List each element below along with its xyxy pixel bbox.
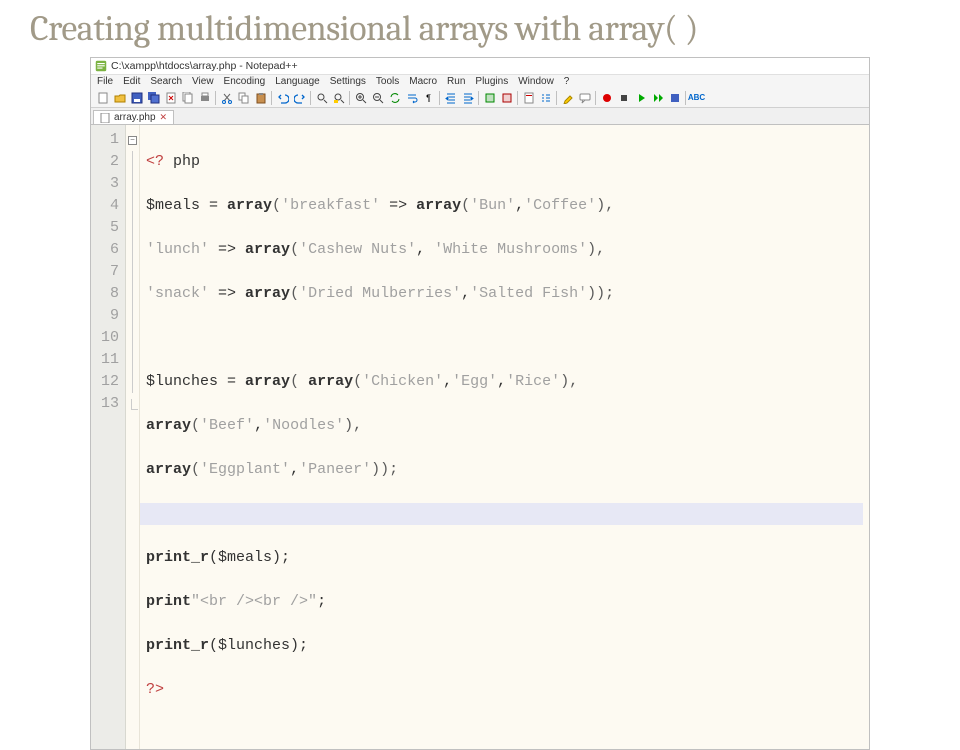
notepad-window: C:\xampp\htdocs\array.php - Notepad++ Fi… <box>90 57 870 750</box>
line-number: 11 <box>101 349 119 371</box>
open-icon[interactable] <box>112 90 127 105</box>
menu-settings[interactable]: Settings <box>330 76 366 87</box>
line-number: 13 <box>101 393 119 415</box>
fold-icon[interactable] <box>482 90 497 105</box>
line-number: 9 <box>101 305 119 327</box>
toolbar-separator <box>685 91 686 105</box>
tab-array-php[interactable]: array.php ✕ <box>93 110 174 124</box>
new-icon[interactable] <box>95 90 110 105</box>
outdent-icon[interactable] <box>460 90 475 105</box>
func-list-icon[interactable] <box>538 90 553 105</box>
save-icon[interactable] <box>129 90 144 105</box>
close-icon[interactable] <box>163 90 178 105</box>
menu-edit[interactable]: Edit <box>123 76 140 87</box>
file-icon <box>100 113 110 123</box>
play-multi-icon[interactable] <box>650 90 665 105</box>
title-bar: C:\xampp\htdocs\array.php - Notepad++ <box>91 58 869 75</box>
sync-icon[interactable] <box>387 90 402 105</box>
record-icon[interactable] <box>599 90 614 105</box>
toolbar-separator <box>310 91 311 105</box>
print-icon[interactable] <box>197 90 212 105</box>
paste-icon[interactable] <box>253 90 268 105</box>
line-number: 7 <box>101 261 119 283</box>
replace-icon[interactable] <box>331 90 346 105</box>
fold-column: − <box>126 125 140 749</box>
menu-encoding[interactable]: Encoding <box>224 76 266 87</box>
toolbar-separator <box>349 91 350 105</box>
menu-language[interactable]: Language <box>275 76 320 87</box>
line-gutter: 1 2 3 4 5 6 7 8 9 10 11 12 13 <box>91 125 126 749</box>
toolbar-separator <box>478 91 479 105</box>
redo-icon[interactable] <box>292 90 307 105</box>
line-number: 6 <box>101 239 119 261</box>
save-macro-icon[interactable] <box>667 90 682 105</box>
toolbar-separator <box>215 91 216 105</box>
current-line <box>140 503 863 525</box>
toolbar-separator <box>556 91 557 105</box>
show-all-icon[interactable]: ¶ <box>421 90 436 105</box>
doc-map-icon[interactable] <box>521 90 536 105</box>
app-icon <box>95 60 107 72</box>
line-number: 5 <box>101 217 119 239</box>
menu-file[interactable]: File <box>97 76 113 87</box>
code-text[interactable]: <? php $meals = array('breakfast' => arr… <box>140 125 869 749</box>
menu-run[interactable]: Run <box>447 76 465 87</box>
menu-tools[interactable]: Tools <box>376 76 399 87</box>
cut-icon[interactable] <box>219 90 234 105</box>
zoom-out-icon[interactable] <box>370 90 385 105</box>
menu-search[interactable]: Search <box>150 76 182 87</box>
fold-toggle-icon[interactable]: − <box>128 136 137 145</box>
line-number: 4 <box>101 195 119 217</box>
menu-window[interactable]: Window <box>518 76 554 87</box>
stop-icon[interactable] <box>616 90 631 105</box>
zoom-in-icon[interactable] <box>353 90 368 105</box>
menu-help[interactable]: ? <box>564 76 570 87</box>
unfold-icon[interactable] <box>499 90 514 105</box>
code-area[interactable]: 1 2 3 4 5 6 7 8 9 10 11 12 13 − <box>91 125 869 749</box>
tab-label: array.php <box>114 112 156 123</box>
wrap-icon[interactable] <box>404 90 419 105</box>
menu-bar: File Edit Search View Encoding Language … <box>91 75 869 88</box>
menu-macro[interactable]: Macro <box>409 76 437 87</box>
close-all-icon[interactable] <box>180 90 195 105</box>
save-all-icon[interactable] <box>146 90 161 105</box>
menu-view[interactable]: View <box>192 76 214 87</box>
find-icon[interactable] <box>314 90 329 105</box>
toolbar-separator <box>595 91 596 105</box>
window-title: C:\xampp\htdocs\array.php - Notepad++ <box>111 60 298 72</box>
line-number: 8 <box>101 283 119 305</box>
comment-icon[interactable] <box>577 90 592 105</box>
spell-icon[interactable]: ABC <box>689 90 704 105</box>
line-number: 2 <box>101 151 119 173</box>
tab-close-icon[interactable]: ✕ <box>160 112 168 123</box>
tab-bar: array.php ✕ <box>91 108 869 125</box>
line-number: 10 <box>101 327 119 349</box>
menu-plugins[interactable]: Plugins <box>475 76 508 87</box>
toolbar-separator <box>517 91 518 105</box>
toolbar-separator <box>439 91 440 105</box>
play-icon[interactable] <box>633 90 648 105</box>
toolbar: ¶ ABC <box>91 88 869 108</box>
highlight-icon[interactable] <box>560 90 575 105</box>
undo-icon[interactable] <box>275 90 290 105</box>
line-number: 1 <box>101 129 119 151</box>
copy-icon[interactable] <box>236 90 251 105</box>
slide-title: Creating multidimensional arrays with ar… <box>0 0 960 49</box>
line-number: 12 <box>101 371 119 393</box>
toolbar-separator <box>271 91 272 105</box>
indent-icon[interactable] <box>443 90 458 105</box>
line-number: 3 <box>101 173 119 195</box>
